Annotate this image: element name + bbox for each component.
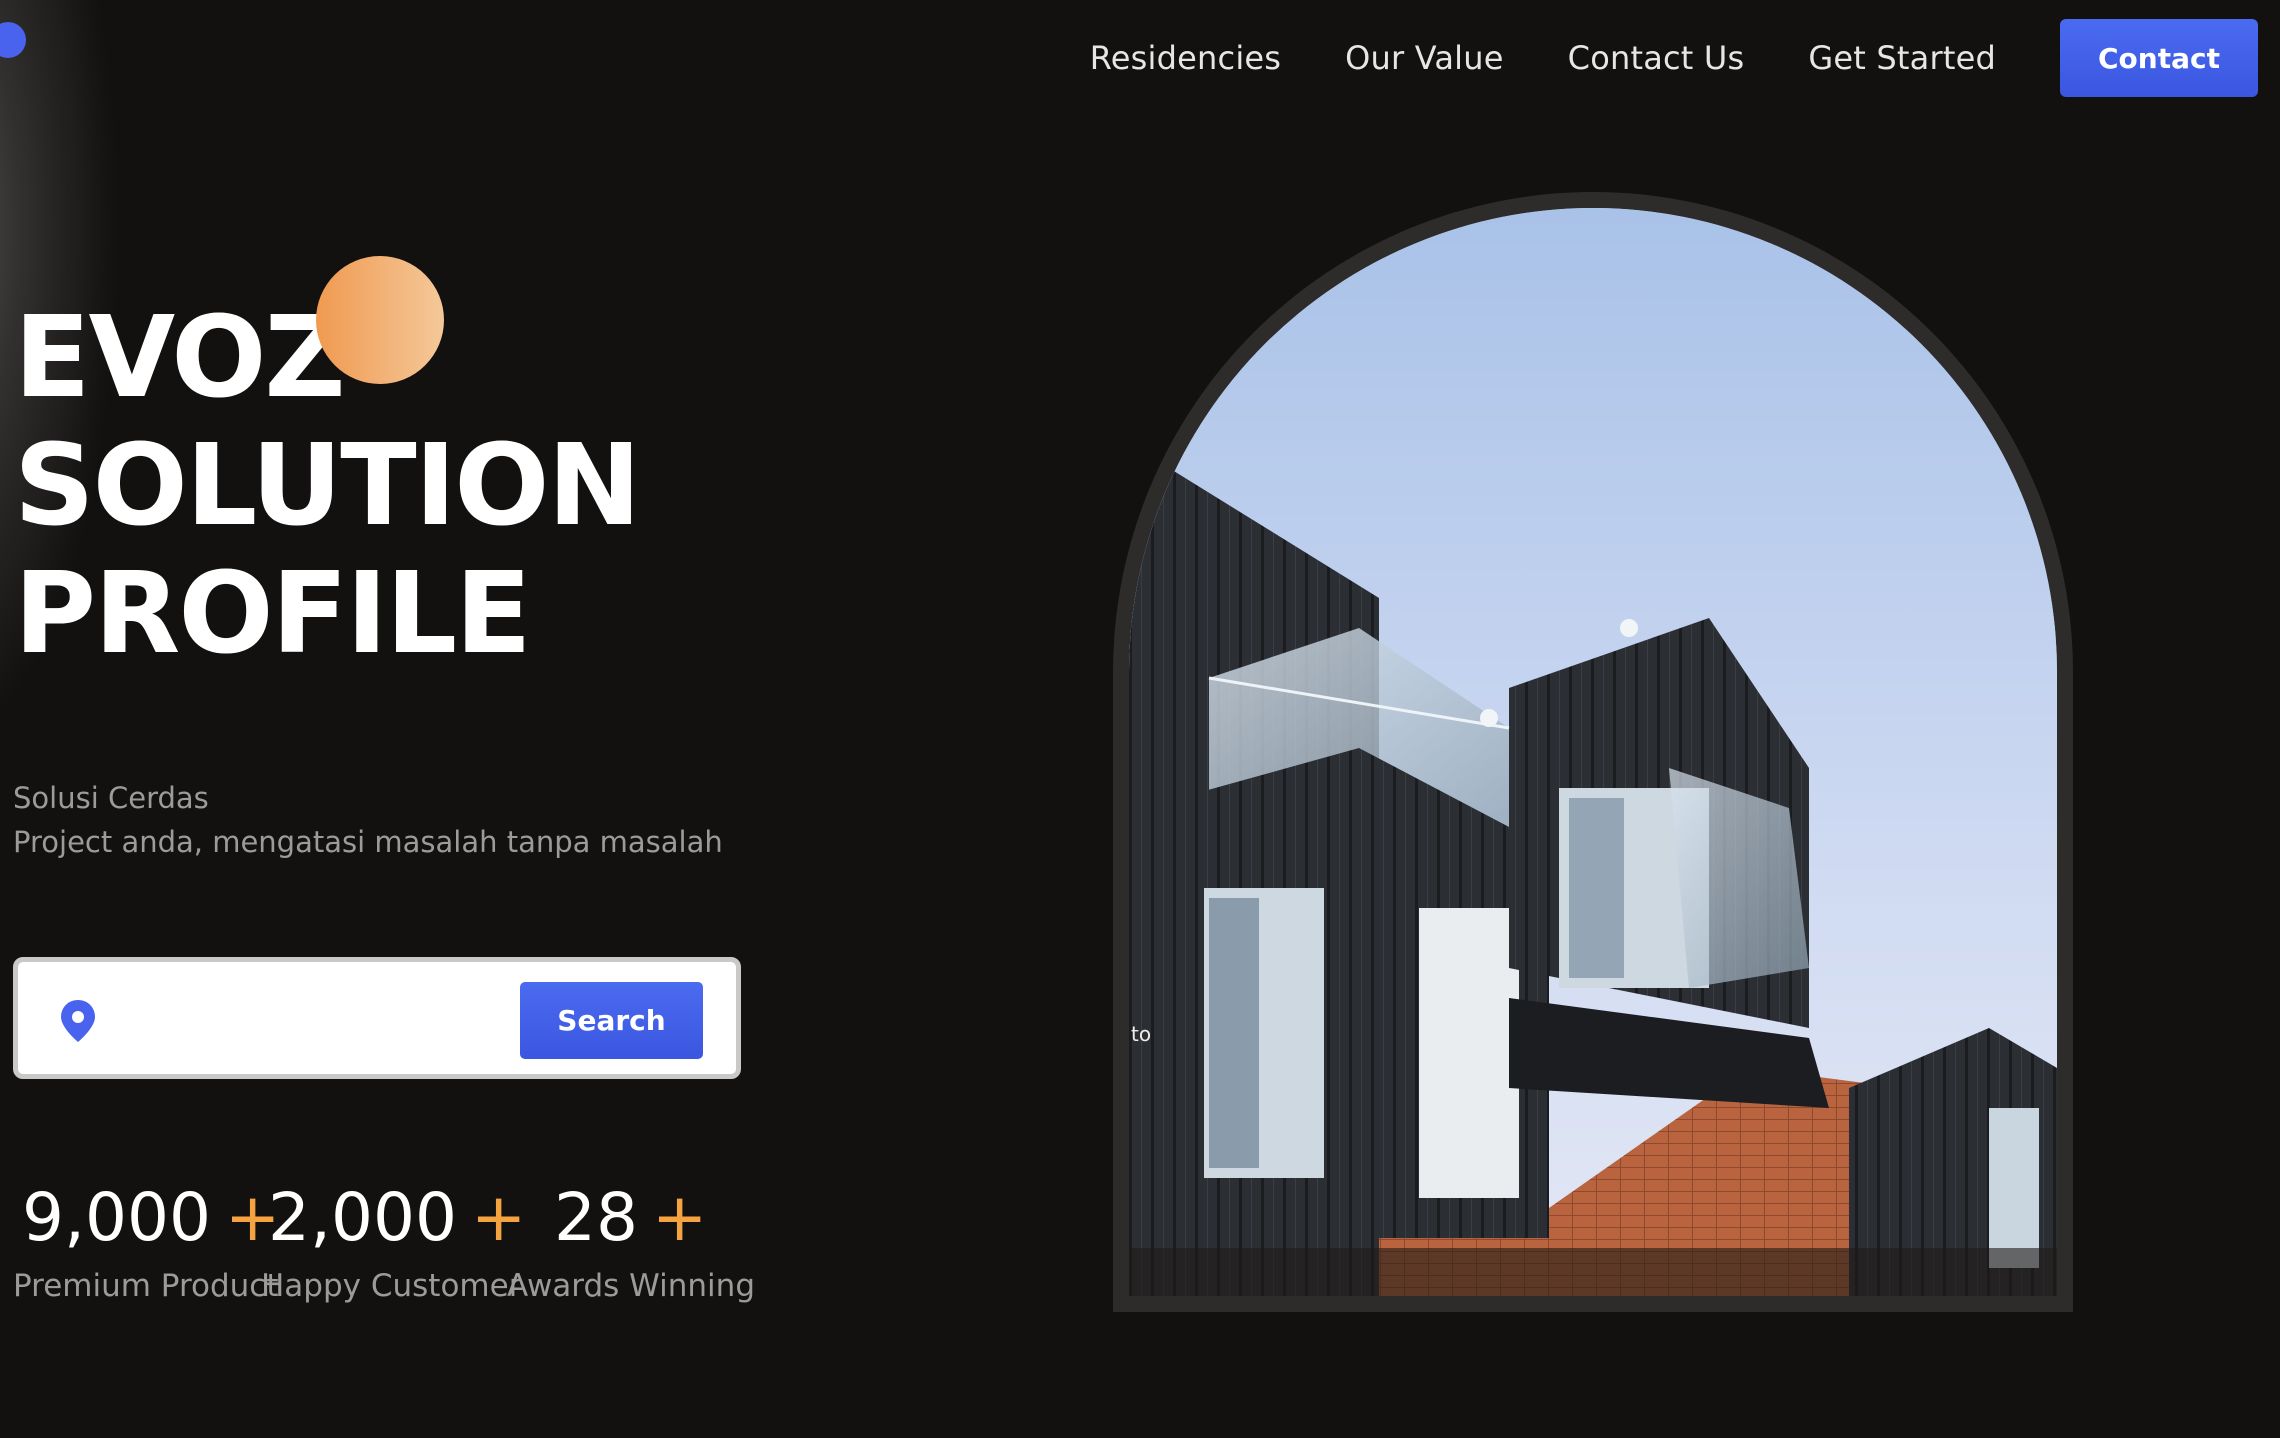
subtitle-line-1: Solusi Cerdas (13, 781, 209, 815)
location-pin-icon (61, 1000, 95, 1042)
decorative-orange-circle (316, 256, 444, 384)
building-illustration (1129, 208, 2057, 1296)
search-button[interactable]: Search (520, 982, 703, 1059)
nav-link-our-value[interactable]: Our Value (1345, 39, 1503, 77)
top-nav: Residencies Our Value Contact Us Get Sta… (1090, 0, 2280, 116)
image-overlay-text: to (1131, 1022, 1152, 1046)
hero-title-line-3: PROFILE (14, 549, 532, 679)
contact-button[interactable]: Contact (2060, 19, 2258, 97)
stat-premium-product-label: Premium Product (13, 1268, 279, 1304)
subtitle-line-2: Project anda, mengatasi masalah tanpa ma… (13, 825, 723, 859)
stat-value: 2,000 (268, 1179, 457, 1256)
stat-value: 28 (554, 1179, 638, 1256)
landing-page: Residencies Our Value Contact Us Get Sta… (0, 0, 2280, 1438)
nav-link-residencies[interactable]: Residencies (1090, 39, 1281, 77)
hero-image-frame (1113, 192, 2073, 1312)
stat-awards-winning-label: Awards Winning (507, 1268, 755, 1304)
hero-subtitle: Solusi Cerdas Project anda, mengatasi ma… (13, 776, 723, 864)
search-input[interactable] (118, 982, 522, 1056)
building-photo (1129, 208, 2057, 1296)
stat-happy-customer-value: 2,000 + (268, 1178, 526, 1258)
nav-link-get-started[interactable]: Get Started (1808, 39, 1996, 77)
stat-plus: + (651, 1179, 708, 1256)
nav-link-contact-us[interactable]: Contact Us (1568, 39, 1745, 77)
stat-plus: + (470, 1179, 527, 1256)
hero-title-line-2: SOLUTION (14, 421, 641, 551)
stat-value: 9,000 (22, 1179, 211, 1256)
stat-happy-customer-label: Happy Customer (261, 1268, 522, 1304)
stat-awards-winning-value: 28 + (554, 1178, 707, 1258)
stat-premium-product-value: 9,000 + (22, 1178, 280, 1258)
search-bar: Search (13, 957, 741, 1079)
